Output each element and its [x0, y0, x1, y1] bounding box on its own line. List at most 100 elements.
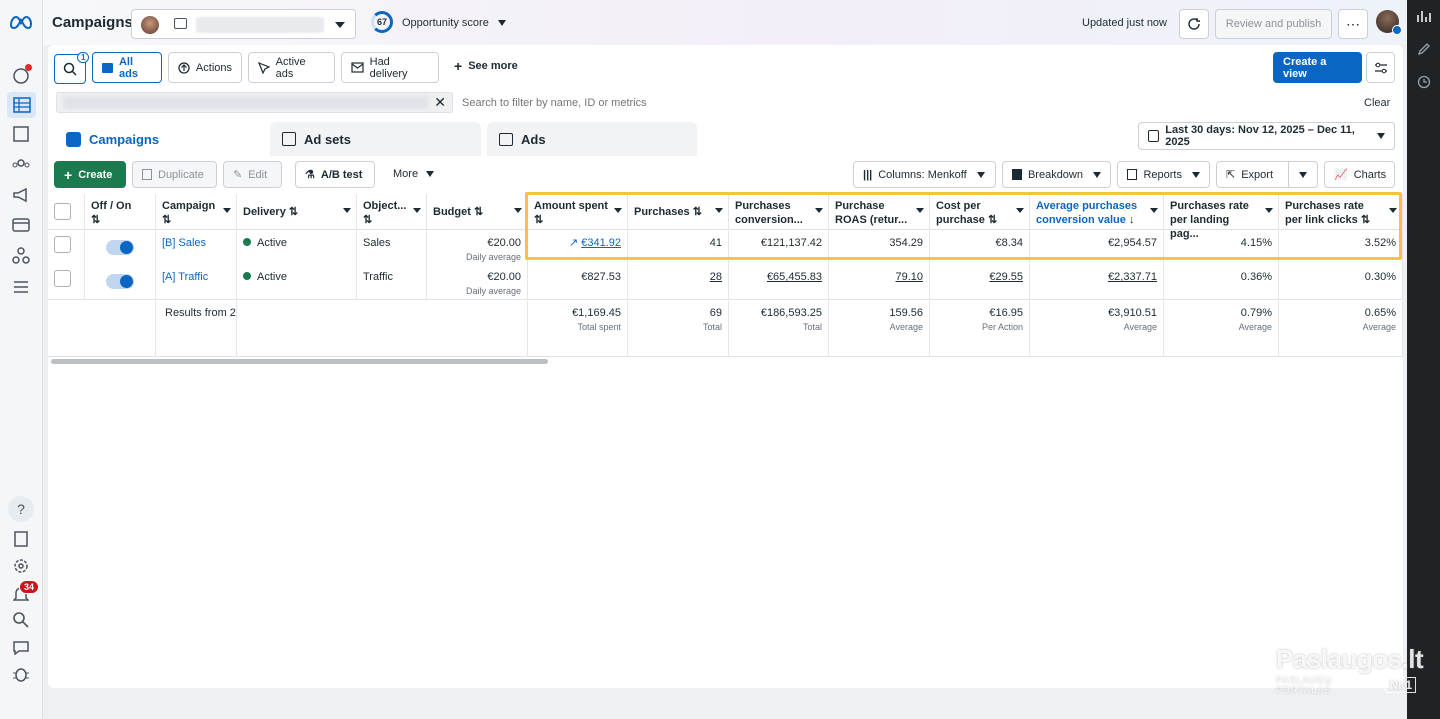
help-icon[interactable]: ?: [8, 496, 34, 522]
tab-adsets[interactable]: Ad sets: [270, 122, 481, 156]
horizontal-scrollbar[interactable]: [51, 359, 548, 364]
budget-value[interactable]: €20.00 Daily average: [427, 231, 528, 265]
header-cost-per-purchase[interactable]: Cost per purchase ⇅: [930, 194, 1030, 230]
export-dropdown-button[interactable]: [1288, 161, 1318, 188]
account-overview-icon[interactable]: [10, 64, 32, 86]
column-menu-icon[interactable]: [413, 208, 421, 213]
purchases-value[interactable]: 28: [628, 265, 729, 299]
header-roas[interactable]: Purchase ROAS (retur...: [829, 194, 930, 230]
actions-button[interactable]: Actions: [168, 52, 242, 83]
column-menu-icon[interactable]: [1389, 208, 1397, 213]
ab-test-button[interactable]: ⚗ A/B test: [295, 161, 375, 188]
more-menu-button[interactable]: More: [393, 168, 435, 180]
column-menu-icon[interactable]: [514, 208, 522, 213]
close-icon[interactable]: ✕: [434, 94, 446, 110]
had-delivery-filter[interactable]: Had delivery: [341, 52, 439, 83]
active-ads-filter[interactable]: Active ads: [248, 52, 335, 83]
header-amount-spent[interactable]: Amount spent ⇅: [528, 194, 628, 230]
tab-campaigns[interactable]: Campaigns: [54, 122, 264, 156]
megaphone-icon[interactable]: [10, 184, 32, 206]
tab-ads[interactable]: Ads: [487, 122, 697, 156]
more-options-button[interactable]: ⋯: [1338, 9, 1368, 39]
date-range-picker[interactable]: Last 30 days: Nov 12, 2025 – Dec 11, 202…: [1138, 122, 1395, 150]
purchases-conv-value[interactable]: €65,455.83: [729, 265, 829, 299]
column-menu-icon[interactable]: [1016, 208, 1024, 213]
all-ads-label: All ads: [118, 55, 138, 80]
amount-spent-value[interactable]: ↗ €341.92: [528, 231, 628, 265]
export-button[interactable]: ⇱ Export: [1216, 161, 1289, 188]
breakdown-selector[interactable]: Breakdown: [1002, 161, 1111, 188]
create-button[interactable]: + Create: [54, 161, 126, 188]
avg-conv-value[interactable]: €2,337.71: [1030, 265, 1164, 299]
reports-icon[interactable]: [10, 123, 32, 145]
header-objective[interactable]: Object... ⇅: [357, 194, 427, 230]
feedback-icon[interactable]: [10, 636, 32, 658]
campaign-name-link[interactable]: [A] Traffic: [156, 265, 237, 299]
search-icon[interactable]: [10, 609, 32, 631]
campaigns-table-icon[interactable]: [7, 92, 36, 118]
notes-icon[interactable]: [10, 528, 32, 550]
pencil-icon[interactable]: [1414, 39, 1434, 59]
header-delivery[interactable]: Delivery ⇅: [237, 194, 357, 230]
delivery-label: Active: [257, 271, 287, 283]
applied-filter-chip[interactable]: ✕: [56, 92, 453, 113]
menu-icon[interactable]: [10, 276, 32, 298]
column-menu-icon[interactable]: [1265, 208, 1273, 213]
create-view-button[interactable]: Create a view: [1273, 52, 1362, 83]
history-icon[interactable]: [1414, 72, 1434, 92]
opportunity-score-label[interactable]: Opportunity score: [402, 17, 489, 29]
view-settings-button[interactable]: [1366, 52, 1395, 83]
budget-value[interactable]: €20.00 Daily average: [427, 265, 528, 299]
create-label: Create: [78, 168, 113, 181]
reports-selector[interactable]: Reports: [1117, 161, 1210, 188]
column-menu-icon[interactable]: [916, 208, 924, 213]
clear-search-button[interactable]: Clear: [1364, 97, 1390, 109]
table-row[interactable]: [B] Sales Active Sales €20.00 Daily avera…: [48, 231, 1403, 265]
profile-avatar[interactable]: [1376, 10, 1402, 35]
header-avg-conversion-value[interactable]: Average purchases conversion value ↓: [1030, 194, 1164, 230]
campaign-on-off-toggle[interactable]: [106, 274, 134, 289]
bug-report-icon[interactable]: [10, 663, 32, 685]
header-onoff[interactable]: Off / On ⇅: [85, 194, 156, 230]
billing-card-icon[interactable]: [10, 214, 32, 236]
column-menu-icon[interactable]: [715, 208, 723, 213]
duplicate-button[interactable]: Duplicate: [132, 161, 217, 188]
header-purchases-conversion[interactable]: Purchases conversion...: [729, 194, 829, 230]
review-publish-button[interactable]: Review and publish: [1215, 9, 1332, 39]
account-selector[interactable]: [131, 9, 356, 39]
opportunity-score-gauge[interactable]: 67: [371, 11, 393, 33]
column-menu-icon[interactable]: [223, 208, 231, 213]
header-campaign[interactable]: Campaign ⇅: [156, 194, 237, 230]
row-checkbox[interactable]: [54, 236, 71, 253]
events-manager-icon[interactable]: [10, 244, 32, 266]
campaign-on-off-toggle[interactable]: [106, 240, 134, 255]
roas-value[interactable]: 79.10: [829, 265, 930, 299]
campaign-name-link[interactable]: [B] Sales: [156, 231, 237, 265]
refresh-button[interactable]: [1179, 9, 1209, 39]
header-rate-link[interactable]: Purchases rate per link clicks ⇅: [1279, 194, 1403, 230]
tab-adsets-label: Ad sets: [304, 131, 351, 147]
chart-icon[interactable]: [1414, 6, 1434, 26]
header-budget[interactable]: Budget ⇅: [427, 194, 528, 230]
header-avg-conv-label: Average purchases conversion value: [1036, 200, 1138, 226]
all-ads-button[interactable]: All ads: [92, 52, 162, 83]
columns-selector[interactable]: ||| Columns: Menkoff: [853, 161, 996, 188]
table-row[interactable]: [A] Traffic Active Traffic €20.00 Daily a…: [48, 265, 1403, 300]
column-menu-icon[interactable]: [815, 208, 823, 213]
meta-logo-icon[interactable]: [8, 12, 34, 32]
charts-button[interactable]: 📈 Charts: [1324, 161, 1395, 188]
column-menu-icon[interactable]: [343, 208, 351, 213]
select-all-checkbox[interactable]: [54, 203, 71, 220]
audiences-icon[interactable]: [10, 154, 32, 176]
row-checkbox[interactable]: [54, 270, 71, 287]
column-menu-icon[interactable]: [614, 208, 622, 213]
settings-gear-icon[interactable]: [10, 555, 32, 577]
cost-per-value[interactable]: €29.55: [930, 265, 1030, 299]
search-input[interactable]: [462, 93, 1342, 112]
header-rate-landing[interactable]: Purchases rate per landing pag...: [1164, 194, 1279, 240]
opportunity-chevron-icon[interactable]: [498, 20, 506, 26]
header-purchases[interactable]: Purchases ⇅: [628, 194, 729, 230]
edit-button[interactable]: ✎ Edit: [223, 161, 282, 188]
see-more-button[interactable]: + See more: [454, 59, 518, 73]
column-menu-icon[interactable]: [1150, 208, 1158, 213]
